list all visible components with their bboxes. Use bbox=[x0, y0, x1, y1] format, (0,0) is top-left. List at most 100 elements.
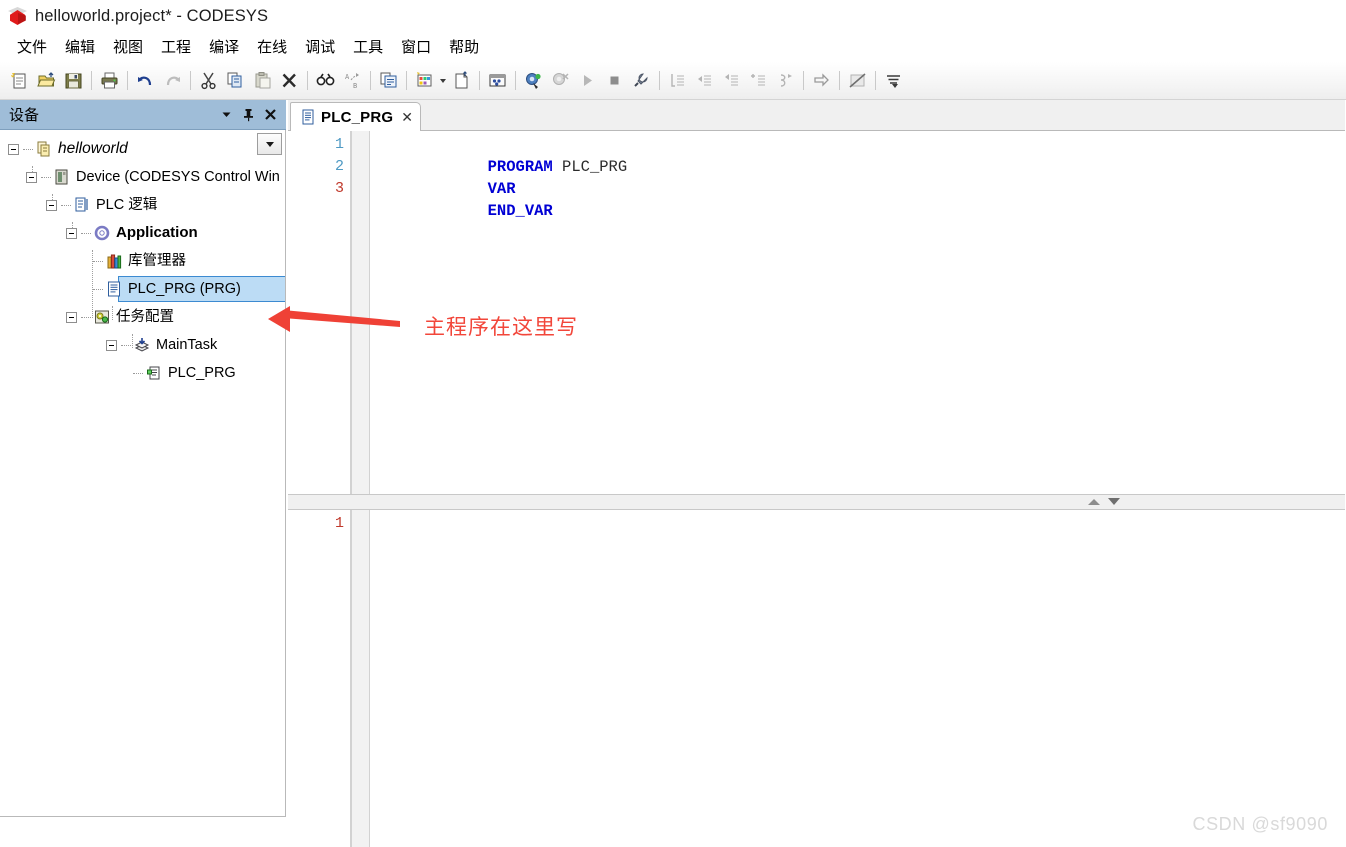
tree-item-label: helloworld bbox=[58, 140, 128, 157]
tree-item-label: Device (CODESYS Control Win bbox=[76, 169, 280, 185]
menu-build[interactable]: 编译 bbox=[200, 34, 248, 59]
device-tree[interactable]: helloworld Device (CODESYS Control Win P… bbox=[0, 130, 286, 817]
tree-item-task-configuration[interactable]: 任务配置 bbox=[0, 303, 285, 331]
new-project-icon[interactable] bbox=[7, 68, 32, 93]
find-icon[interactable] bbox=[313, 68, 338, 93]
plc-logic-icon bbox=[73, 196, 91, 214]
menu-online[interactable]: 在线 bbox=[248, 34, 296, 59]
tree-item-project[interactable]: helloworld bbox=[0, 135, 285, 163]
new-object-icon[interactable] bbox=[412, 68, 437, 93]
step-over-icon bbox=[692, 68, 717, 93]
show-next-statement-icon bbox=[809, 68, 834, 93]
declaration-code[interactable]: PROGRAM PLC_PRG VAR END_VAR bbox=[376, 134, 628, 220]
print-icon[interactable] bbox=[97, 68, 122, 93]
breakpoint-margin[interactable] bbox=[352, 510, 370, 847]
expander-collapse-icon[interactable] bbox=[66, 311, 77, 323]
tree-item-application[interactable]: Application bbox=[0, 219, 285, 247]
device-icon bbox=[53, 168, 71, 186]
expander-collapse-icon[interactable] bbox=[106, 339, 117, 351]
tree-item-label: Application bbox=[116, 224, 198, 241]
application-icon bbox=[93, 224, 111, 242]
devices-panel-title: 设备 bbox=[9, 107, 40, 124]
menu-file[interactable]: 文件 bbox=[8, 34, 56, 59]
tree-options-dropdown-icon[interactable] bbox=[257, 133, 282, 155]
delete-icon[interactable] bbox=[277, 68, 302, 93]
menu-debug[interactable]: 调试 bbox=[296, 34, 344, 59]
editor-tabstrip: PLC_PRG ✕ bbox=[288, 100, 1346, 132]
codesys-cube-icon bbox=[7, 5, 29, 27]
copy-icon[interactable] bbox=[223, 68, 248, 93]
menu-view[interactable]: 视图 bbox=[104, 34, 152, 59]
breakpoint-margin[interactable] bbox=[352, 131, 370, 494]
scroll-down-icon[interactable] bbox=[1108, 498, 1120, 505]
implementation-line-numbers: 1 bbox=[288, 510, 350, 847]
tree-item-device[interactable]: Device (CODESYS Control Win bbox=[0, 163, 285, 191]
menu-tools[interactable]: 工具 bbox=[344, 34, 392, 59]
tab-plc-prg[interactable]: PLC_PRG ✕ bbox=[290, 102, 421, 132]
editor-splitter[interactable] bbox=[288, 494, 1346, 510]
expander-collapse-icon[interactable] bbox=[26, 171, 37, 183]
undo-icon[interactable] bbox=[133, 68, 158, 93]
menu-edit[interactable]: 编辑 bbox=[56, 34, 104, 59]
svg-text:A: A bbox=[345, 73, 350, 81]
close-icon[interactable]: ✕ bbox=[401, 110, 413, 124]
toggle-breakpoint-icon bbox=[845, 68, 870, 93]
menu-bar: 文件 编辑 视图 工程 编译 在线 调试 工具 窗口 帮助 bbox=[0, 32, 1346, 62]
scroll-up-icon[interactable] bbox=[1088, 498, 1100, 505]
logout-icon bbox=[548, 68, 573, 93]
svg-text:B: B bbox=[353, 82, 357, 90]
line-number: 1 bbox=[334, 515, 344, 532]
open-project-icon[interactable] bbox=[34, 68, 59, 93]
build-icon[interactable] bbox=[629, 68, 654, 93]
tree-item-label: PLC_PRG bbox=[168, 365, 236, 381]
task-configuration-icon bbox=[93, 308, 111, 326]
code-keyword: END_VAR bbox=[487, 202, 553, 220]
line-number: 3 bbox=[334, 180, 344, 197]
window-title: helloworld.project* - CODESYS bbox=[35, 6, 269, 25]
login-icon[interactable] bbox=[521, 68, 546, 93]
tree-item-label: PLC 逻辑 bbox=[96, 197, 158, 213]
stop-icon bbox=[602, 68, 627, 93]
tree-item-plc-logic[interactable]: PLC 逻辑 bbox=[0, 191, 285, 219]
save-project-icon[interactable] bbox=[61, 68, 86, 93]
new-folder-icon[interactable] bbox=[449, 68, 474, 93]
tab-label: PLC_PRG bbox=[321, 108, 394, 126]
project-icon bbox=[35, 140, 53, 158]
code-line: PROGRAM PLC_PRG bbox=[376, 134, 628, 176]
implementation-editor[interactable]: 1 bbox=[288, 510, 1346, 847]
tree-item-maintask-plc-prg[interactable]: PLC_PRG bbox=[0, 359, 285, 387]
declaration-editor[interactable]: 1 2 3 PROGRAM PLC_PRG VAR END_VAR bbox=[288, 131, 1346, 494]
cut-icon[interactable] bbox=[196, 68, 221, 93]
menu-window[interactable]: 窗口 bbox=[392, 34, 440, 59]
step-out-icon bbox=[719, 68, 744, 93]
expander-collapse-icon[interactable] bbox=[66, 227, 77, 239]
menu-help[interactable]: 帮助 bbox=[440, 34, 488, 59]
set-next-statement-icon bbox=[773, 68, 798, 93]
new-object-dropdown-icon[interactable] bbox=[438, 68, 448, 93]
editor-area: PLC_PRG ✕ 1 2 3 PROGRAM PLC_PRG VAR END_… bbox=[288, 100, 1346, 847]
title-bar: helloworld.project* - CODESYS bbox=[0, 0, 1346, 32]
pou-prg-icon bbox=[105, 280, 123, 298]
step-into-icon bbox=[665, 68, 690, 93]
replace-icon: A B bbox=[340, 68, 365, 93]
line-number: 2 bbox=[334, 158, 344, 175]
tree-item-library-manager[interactable]: 库管理器 bbox=[0, 247, 285, 275]
paste-icon bbox=[250, 68, 275, 93]
tree-item-label: PLC_PRG (PRG) bbox=[128, 281, 241, 297]
run-to-cursor-icon bbox=[746, 68, 771, 93]
pin-icon[interactable] bbox=[238, 105, 258, 125]
panel-menu-icon[interactable] bbox=[216, 105, 236, 125]
code-identifier: PLC_PRG bbox=[552, 158, 628, 176]
properties-icon[interactable] bbox=[376, 68, 401, 93]
expander-collapse-icon[interactable] bbox=[46, 199, 57, 211]
device-repository-icon[interactable] bbox=[485, 68, 510, 93]
close-icon[interactable] bbox=[260, 105, 280, 125]
workspace: 设备 helloworld Device (CODESYS Control Wi… bbox=[0, 100, 1346, 847]
expander-collapse-icon[interactable] bbox=[8, 143, 19, 155]
devices-panel: 设备 helloworld Device (CODESYS Control Wi… bbox=[0, 100, 286, 847]
tree-item-plc-prg[interactable]: PLC_PRG (PRG) bbox=[0, 275, 285, 303]
watermark: CSDN @sf9090 bbox=[1192, 814, 1328, 834]
tree-item-maintask[interactable]: MainTask bbox=[0, 331, 285, 359]
write-values-icon[interactable] bbox=[881, 68, 906, 93]
menu-project[interactable]: 工程 bbox=[152, 34, 200, 59]
